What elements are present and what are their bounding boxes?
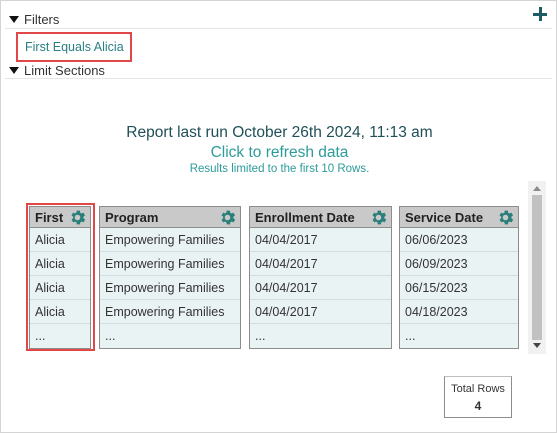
table-cell: 04/04/2017 — [250, 276, 391, 300]
table-cell: Empowering Families — [100, 252, 240, 276]
column-header-enrollment-date: Enrollment Date — [250, 207, 391, 228]
report-last-run: Report last run October 26th 2024, 11:13… — [126, 124, 433, 141]
table-cell: 06/06/2023 — [400, 228, 518, 252]
table-cell: Empowering Families — [100, 276, 240, 300]
filters-section-toggle[interactable]: Filters — [9, 12, 59, 27]
limit-sections-toggle[interactable]: Limit Sections — [9, 63, 105, 78]
column-enrollment-date: Enrollment Date 04/04/2017 04/04/2017 04… — [249, 206, 392, 349]
column-header-service-date: Service Date — [400, 207, 518, 228]
column-header-label: Enrollment Date — [255, 209, 355, 225]
total-rows-value: 4 — [474, 399, 482, 413]
table-cell: Empowering Families — [100, 228, 240, 252]
table-cell: 04/04/2017 — [250, 300, 391, 324]
divider — [5, 28, 552, 29]
table-cell: 04/04/2017 — [250, 252, 391, 276]
triangle-down-icon — [9, 16, 19, 23]
table-cell: ... — [105, 329, 116, 343]
total-rows-box: Total Rows 4 — [444, 376, 512, 418]
first-column-highlight — [26, 203, 95, 351]
column-header-program: Program — [100, 207, 240, 228]
table-cell: 04/18/2023 — [400, 300, 518, 324]
gear-icon[interactable] — [369, 208, 388, 227]
table-cell: Empowering Families — [100, 300, 240, 324]
column-service-date: Service Date 06/06/2023 06/09/2023 06/15… — [399, 206, 519, 349]
triangle-down-icon — [9, 67, 19, 74]
limit-sections-title: Limit Sections — [24, 63, 105, 78]
vertical-scrollbar[interactable] — [528, 181, 546, 354]
table-cell: 04/04/2017 — [250, 228, 391, 252]
active-filter-link[interactable]: First Equals Alicia — [16, 32, 132, 62]
scroll-up-arrow-icon[interactable] — [533, 186, 541, 191]
gear-icon[interactable] — [496, 208, 515, 227]
divider — [5, 78, 552, 79]
report-panel: Filters First Equals Alicia Limit Sectio… — [0, 0, 557, 433]
filters-title: Filters — [24, 12, 60, 27]
column-program: Program Empowering Families Empowering F… — [99, 206, 241, 349]
table-cell: ... — [405, 329, 416, 343]
scroll-down-arrow-icon[interactable] — [533, 343, 541, 348]
results-limit-note: Results limited to the first 10 Rows. — [189, 163, 370, 175]
table-cell: ... — [255, 329, 266, 343]
refresh-data-link[interactable]: Click to refresh data — [1, 144, 557, 162]
column-header-label: Program — [105, 209, 159, 225]
table-cell: 06/09/2023 — [400, 252, 518, 276]
add-filter-button[interactable] — [533, 7, 547, 21]
gear-icon[interactable] — [218, 208, 237, 227]
table-cell: 06/15/2023 — [400, 276, 518, 300]
scrollbar-thumb[interactable] — [532, 195, 542, 340]
column-header-label: Service Date — [405, 209, 484, 225]
total-rows-label: Total Rows — [451, 383, 505, 395]
